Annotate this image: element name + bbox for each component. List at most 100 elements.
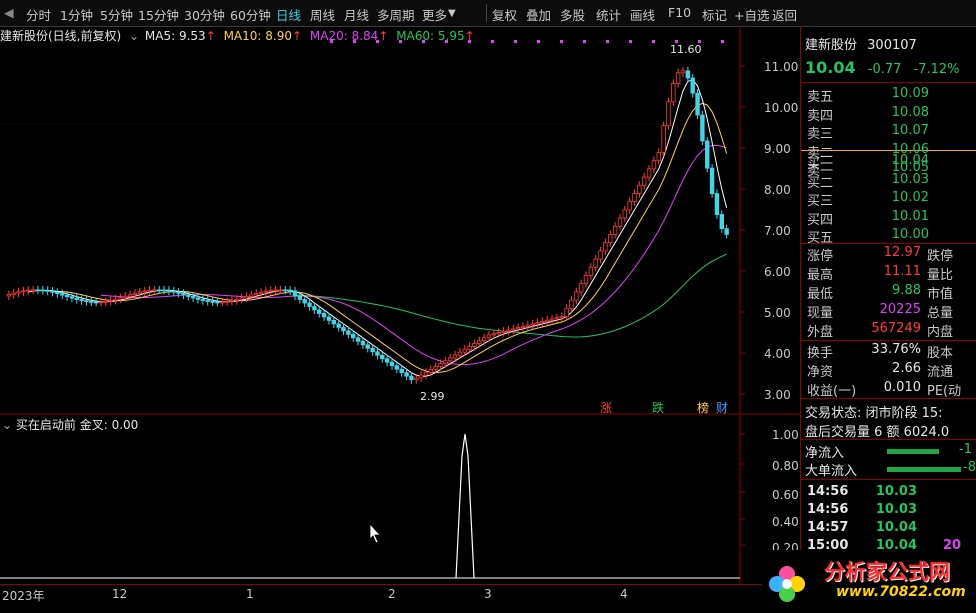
row-extra-label: 跌停 — [927, 249, 954, 264]
candle — [186, 294, 191, 297]
candle — [336, 323, 341, 328]
back-button[interactable]: 返回 — [772, 5, 797, 24]
candle — [123, 295, 128, 299]
candle — [45, 290, 50, 292]
candle — [297, 295, 303, 300]
candle — [486, 334, 492, 339]
ma5-line — [28, 79, 728, 377]
indicator-signal-line — [455, 433, 475, 579]
mark-button[interactable]: 标记 — [702, 5, 727, 24]
candle — [646, 168, 652, 178]
tab-30min[interactable]: 30分钟 — [184, 5, 225, 24]
ma60-line — [294, 253, 727, 338]
candle — [617, 217, 623, 227]
candle — [365, 344, 370, 349]
candle — [447, 357, 453, 362]
chevron-down-icon[interactable]: ⌄ — [129, 29, 139, 43]
tab-weekly[interactable]: 周线 — [310, 5, 335, 24]
candle — [137, 291, 142, 294]
candle — [350, 333, 356, 339]
signal-dot — [514, 40, 517, 43]
tab-fenshi[interactable]: 分时 — [26, 5, 51, 24]
row-label: 卖五 — [807, 90, 834, 105]
watermark-text: 分析家公式网 — [824, 560, 950, 584]
indicator-tick: 1.00 — [772, 428, 799, 442]
row-value: 10.01 — [891, 208, 929, 224]
tab-60min[interactable]: 60分钟 — [230, 5, 271, 24]
chevron-down-icon[interactable]: ▼ — [448, 8, 456, 19]
candle — [258, 291, 264, 294]
tab-more[interactable]: 更多 — [422, 5, 447, 24]
candle — [559, 316, 564, 319]
tick-time: 14:56 — [807, 502, 849, 517]
kline-chart[interactable] — [0, 26, 800, 584]
candle — [680, 70, 686, 74]
chevron-down-icon[interactable]: ⌄ — [2, 418, 12, 432]
candle — [118, 297, 123, 300]
candle — [671, 83, 676, 103]
price-tick: 11.00 — [764, 60, 799, 74]
candle — [433, 366, 438, 370]
tick-time: 14:56 — [807, 484, 849, 499]
row-value: 11.11 — [883, 264, 921, 279]
candle — [414, 377, 419, 381]
candle — [79, 299, 84, 302]
draw-line-button[interactable]: 画线 — [630, 5, 655, 24]
limit-up-marker[interactable]: 涨 — [600, 399, 612, 416]
candle — [98, 301, 104, 304]
candle — [283, 289, 288, 292]
candle — [341, 326, 346, 332]
row-label: 买三 — [807, 194, 834, 209]
row-value: 10.07 — [891, 123, 929, 138]
statistics-button[interactable]: 统计 — [596, 5, 621, 24]
ranking-marker[interactable]: 榜 — [697, 399, 709, 416]
candle — [370, 347, 375, 353]
candle — [598, 250, 603, 260]
candle — [632, 193, 637, 203]
row-extra-label: 总量 — [927, 306, 954, 321]
bid-level-2: 买二 10.03 — [805, 172, 976, 191]
candle — [481, 337, 487, 342]
net-inflow-label: 净流入 — [805, 446, 845, 461]
row-extra-label: PE(动 — [927, 384, 962, 399]
trade-status: 交易状态: 闭市阶段 15: — [805, 406, 943, 421]
candle — [608, 234, 613, 244]
tab-15min[interactable]: 15分钟 — [138, 5, 179, 24]
candle — [132, 292, 138, 296]
row-value: 33.76% — [871, 342, 921, 357]
add-watchlist-button[interactable]: +自选 — [734, 5, 769, 24]
candle — [438, 363, 443, 367]
limit-down-marker[interactable]: 跌 — [652, 399, 664, 416]
candle — [501, 330, 506, 333]
tab-monthly[interactable]: 月线 — [344, 5, 369, 24]
signal-dot — [537, 40, 540, 43]
candle — [389, 361, 395, 367]
candle — [583, 275, 589, 285]
candle — [549, 318, 555, 321]
finance-marker[interactable]: 财 — [716, 399, 728, 416]
collapse-icon[interactable]: ◀ — [4, 5, 14, 20]
candle — [724, 228, 729, 235]
candle — [234, 298, 239, 301]
tab-1min[interactable]: 1分钟 — [60, 5, 93, 24]
restore-rights-button[interactable]: 复权 — [492, 5, 517, 24]
ask-level-3: 卖三 10.07 — [805, 123, 976, 142]
mouse-cursor-icon — [369, 522, 381, 544]
candle — [292, 290, 298, 297]
candle — [89, 301, 94, 303]
tab-multi-period[interactable]: 多周期 — [377, 5, 415, 24]
candle — [40, 289, 45, 292]
row-label: 买四 — [807, 212, 834, 228]
time-tick: 1 — [246, 587, 254, 601]
tab-daily[interactable]: 日线 — [276, 5, 301, 24]
tab-5min[interactable]: 5分钟 — [100, 5, 133, 24]
candle — [535, 322, 540, 325]
multi-stock-button[interactable]: 多股 — [560, 5, 585, 24]
period-toolbar: ◀ 分时 1分钟 5分钟 15分钟 30分钟 60分钟 日线 周线 月线 多周期… — [0, 0, 976, 27]
signal-dot — [583, 40, 586, 43]
candle — [564, 307, 569, 317]
candle — [705, 140, 710, 169]
overlay-button[interactable]: 叠加 — [526, 5, 551, 24]
candle — [675, 72, 681, 84]
f10-button[interactable]: F10 — [668, 5, 691, 20]
